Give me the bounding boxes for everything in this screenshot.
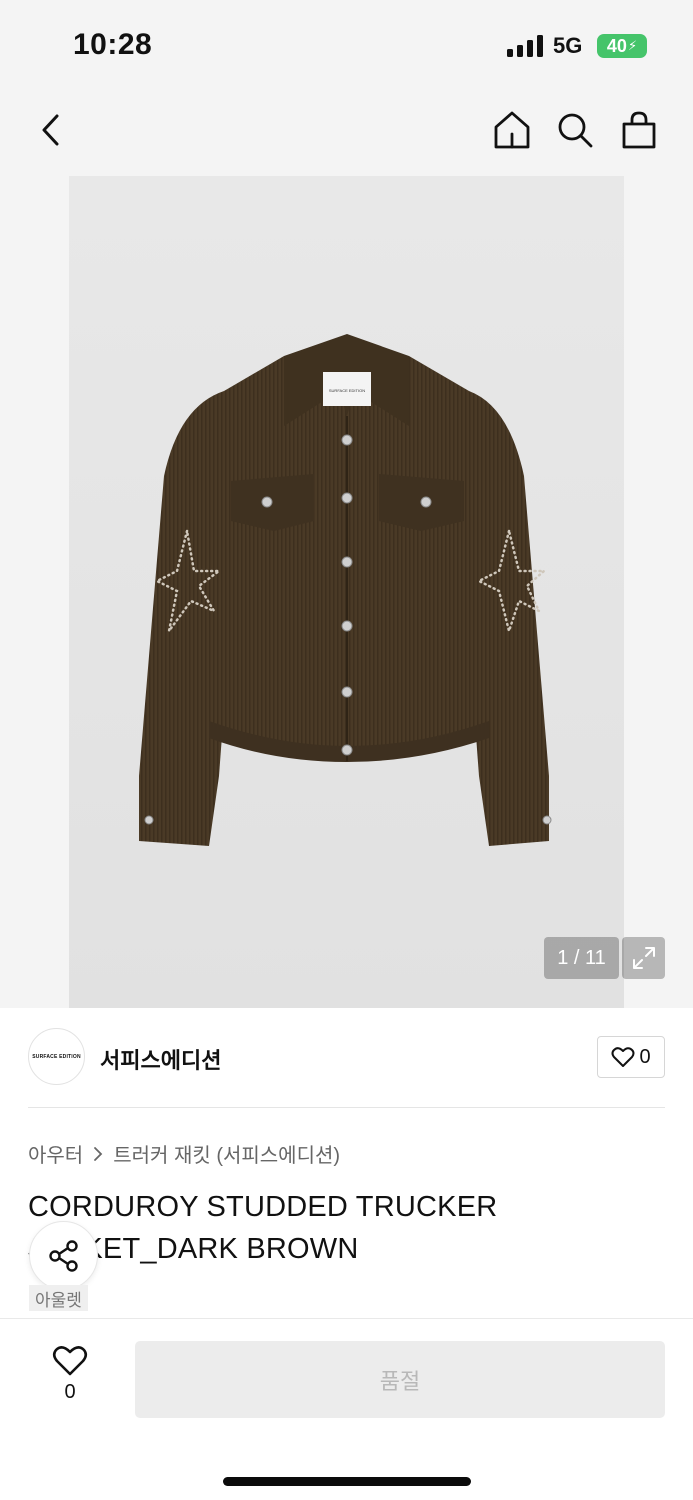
battery-indicator: 40 ⚡ xyxy=(597,34,647,58)
brand-row[interactable]: SURFACE EDITION 서피스에디션 0 xyxy=(28,1028,665,1086)
signal-icon xyxy=(507,35,543,57)
product-title: CORDUROY STUDDED TRUCKER JACKET_DARK BRO… xyxy=(28,1191,498,1265)
top-nav xyxy=(0,92,693,176)
back-icon xyxy=(42,114,59,146)
bottom-action-bar: 0 품절 xyxy=(0,1318,693,1500)
status-bar: 10:28 5G 40 ⚡ xyxy=(0,0,693,92)
share-button[interactable] xyxy=(29,1221,98,1290)
brand-like-button[interactable]: 0 xyxy=(597,1036,665,1078)
charging-icon: ⚡ xyxy=(627,38,638,53)
search-icon xyxy=(558,113,593,148)
heart-icon xyxy=(52,1346,88,1376)
breadcrumb-subcategory[interactable]: 트러커 재킷 (서피스에디션) xyxy=(113,1139,340,1168)
home-icon xyxy=(494,111,530,149)
outlet-tag: 아울렛 xyxy=(29,1285,88,1311)
network-label: 5G xyxy=(553,33,583,58)
home-button[interactable] xyxy=(490,108,534,152)
home-indicator xyxy=(223,1477,471,1486)
image-counter: 1 / 11 xyxy=(544,937,619,979)
product-image[interactable]: SURFACE EDITION xyxy=(69,176,624,1008)
jacket-illustration: SURFACE EDITION xyxy=(139,334,552,846)
heart-icon xyxy=(611,1047,635,1067)
bag-icon xyxy=(622,111,656,149)
share-icon xyxy=(48,1239,78,1272)
cart-button[interactable] xyxy=(617,108,661,152)
jacket-label: SURFACE EDITION xyxy=(329,388,365,393)
divider xyxy=(28,1107,665,1108)
brand-name[interactable]: 서피스에디션 xyxy=(100,1043,221,1075)
brand-like-count: 0 xyxy=(639,1045,651,1068)
breadcrumb: 아우터 트러커 재킷 (서피스에디션) xyxy=(28,1139,340,1168)
image-gallery[interactable]: SURFACE EDITION 1 / 11 xyxy=(0,176,693,1008)
breadcrumb-category[interactable]: 아우터 xyxy=(28,1139,83,1168)
battery-level: 40 xyxy=(606,35,627,56)
sold-out-button[interactable]: 품절 xyxy=(135,1341,665,1418)
chevron-right-icon xyxy=(94,1146,103,1161)
fullscreen-button[interactable] xyxy=(622,937,665,979)
status-time: 10:28 xyxy=(73,28,153,61)
expand-icon xyxy=(632,947,655,969)
brand-logo[interactable]: SURFACE EDITION xyxy=(28,1028,85,1085)
back-button[interactable] xyxy=(30,108,70,152)
search-button[interactable] xyxy=(553,108,597,152)
wishlist-count: 0 xyxy=(64,1381,76,1403)
wishlist-button[interactable]: 0 xyxy=(40,1345,100,1404)
